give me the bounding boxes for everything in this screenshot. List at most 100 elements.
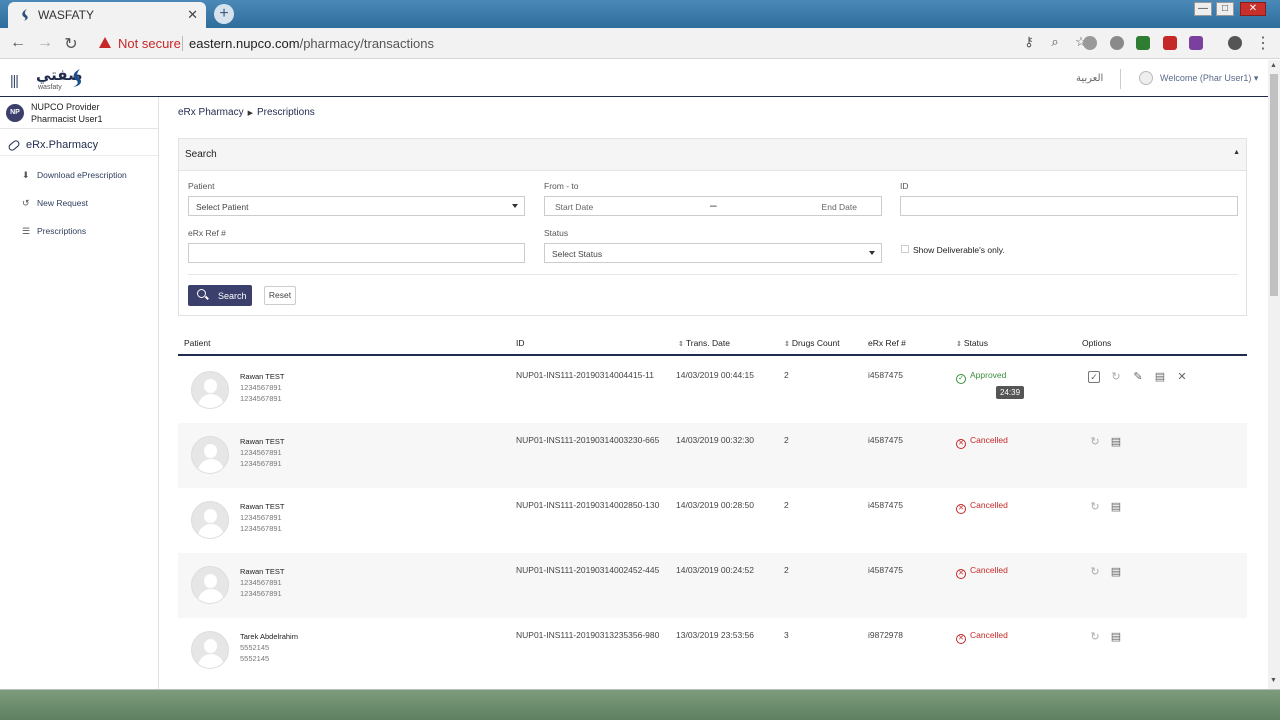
transaction-date: 14/03/2019 00:44:15 — [676, 370, 754, 380]
status-badge: ✓ Approved — [956, 370, 1006, 384]
language-switch[interactable]: العربية — [1076, 73, 1103, 84]
window-close-button[interactable]: ✕ — [1240, 2, 1266, 16]
wasfaty-favicon-icon — [22, 9, 28, 21]
search-panel-header[interactable]: Search ▲ — [179, 139, 1246, 171]
wasfaty-logo[interactable]: صفتي wasfaty — [36, 66, 83, 91]
transaction-id: NUP01-INS111-20190314003230-665 — [516, 435, 660, 445]
url-field[interactable]: Not secure eastern.nupco.com/pharmacy/tr… — [92, 32, 1092, 54]
sidebar: NP NUPCO Provider Pharmacist User1 eRx.P… — [0, 97, 159, 689]
sidebar-item-new-request[interactable]: ↺ New Request — [22, 198, 88, 209]
url-text[interactable]: eastern.nupco.com/pharmacy/transactions — [189, 36, 434, 51]
erx-ref-input[interactable] — [188, 243, 525, 263]
reset-button[interactable]: Reset — [264, 286, 296, 305]
column-drugs-count[interactable]: ⇕ Drugs Count — [784, 338, 840, 348]
details-icon[interactable]: ▤ — [1109, 630, 1123, 644]
search-divider — [188, 274, 1238, 275]
column-patient: Patient — [184, 338, 211, 348]
date-range-field[interactable]: Start Date – End Date — [544, 196, 882, 216]
start-date-input[interactable]: Start Date — [555, 202, 593, 212]
edit-pencil-icon[interactable]: ✎ — [1131, 370, 1145, 384]
onenote-extension-icon[interactable] — [1189, 36, 1203, 50]
collapse-caret-icon[interactable]: ▲ — [1233, 149, 1240, 156]
column-erx-ref: eRx Ref # — [868, 338, 906, 348]
page-scrollbar[interactable]: ▲ ▼ — [1268, 60, 1280, 689]
new-tab-button[interactable]: + — [214, 4, 234, 24]
table-row[interactable]: Rawan TEST 1234567891 1234567891 NUP01-I… — [178, 358, 1247, 423]
tab-close-icon[interactable]: ✕ — [187, 7, 198, 23]
extension-icon[interactable] — [1083, 36, 1097, 50]
breadcrumb: eRx Pharmacy ▶ Prescriptions — [178, 107, 315, 118]
menu-toggle-icon[interactable]: ||| — [10, 72, 19, 88]
table-row[interactable]: Rawan TEST 1234567891 1234567891 NUP01-I… — [178, 488, 1247, 553]
details-icon[interactable]: ▤ — [1109, 500, 1123, 514]
column-id: ID — [516, 338, 525, 348]
tab-title: WASFATY — [38, 8, 95, 22]
profile-icon[interactable] — [1228, 36, 1242, 50]
browser-tab[interactable]: WASFATY ✕ — [8, 2, 206, 28]
user-avatar-icon[interactable] — [1139, 71, 1153, 85]
erx-ref: i9872978 — [868, 630, 903, 640]
patient-select[interactable]: Select Patient — [188, 196, 525, 216]
download-icon: ⬇ — [22, 170, 30, 180]
pill-icon — [7, 138, 21, 152]
table-row[interactable]: Rawan TEST 1234567891 1234567891 NUP01-I… — [178, 423, 1247, 488]
maximize-button[interactable]: □ — [1216, 2, 1234, 16]
user-menu[interactable]: Welcome (Phar User1) ▾ — [1160, 73, 1258, 84]
scroll-up-arrow-icon[interactable]: ▲ — [1270, 62, 1277, 69]
date-range-dash: – — [710, 198, 717, 212]
column-trans-date[interactable]: ⇕ Trans. Date — [678, 338, 730, 348]
scrollbar-thumb[interactable] — [1270, 74, 1278, 296]
forward-arrow-icon[interactable]: → — [36, 34, 54, 52]
drugs-count: 3 — [784, 630, 789, 640]
deliverable-label[interactable]: Show Deliverable's only. — [913, 245, 1005, 255]
breadcrumb-parent[interactable]: eRx Pharmacy — [178, 107, 244, 118]
zoom-icon[interactable]: ⌕ — [1046, 34, 1064, 50]
x-circle-icon: ✕ — [956, 569, 966, 579]
patient-name: Rawan TEST — [240, 502, 285, 511]
sidebar-item-download-eprescription[interactable]: ⬇ Download ePrescription — [22, 170, 127, 181]
table-row[interactable]: Tarek Abdelrahim 5552145 5552145 NUP01-I… — [178, 618, 1247, 683]
sidebar-module-erx-pharmacy[interactable]: eRx.Pharmacy — [7, 138, 98, 152]
search-icon — [197, 289, 206, 298]
user-info: NP NUPCO Provider Pharmacist User1 — [0, 97, 158, 129]
details-icon[interactable]: ▤ — [1109, 565, 1123, 579]
cancel-x-icon[interactable]: ✕ — [1175, 370, 1189, 384]
refresh-icon[interactable]: ↻ — [1088, 565, 1102, 579]
back-arrow-icon[interactable]: ← — [9, 34, 27, 52]
patient-number: 5552145 — [240, 654, 270, 663]
erx-ref: i4587475 — [868, 370, 903, 380]
details-icon[interactable]: ▤ — [1153, 370, 1167, 384]
patient-avatar — [191, 371, 229, 409]
from-to-label: From - to — [544, 181, 579, 191]
sidebar-item-prescriptions[interactable]: ☰ Prescriptions — [22, 226, 86, 237]
column-status[interactable]: ⇕ Status — [956, 338, 988, 348]
details-icon[interactable]: ▤ — [1109, 435, 1123, 449]
status-select[interactable]: Select Status — [544, 243, 882, 263]
approve-checkbox-icon[interactable]: ✓ — [1088, 371, 1100, 383]
minimize-button[interactable]: — — [1194, 2, 1212, 16]
patient-avatar — [191, 501, 229, 539]
omnibox-actions: ⚷ ⌕ ☆ — [1012, 34, 1090, 50]
logo-mark-icon — [73, 69, 81, 87]
refresh-icon[interactable]: ↻ — [1088, 435, 1102, 449]
security-label[interactable]: Not secure — [118, 36, 181, 51]
patient-label: Patient — [188, 181, 215, 191]
deliverable-checkbox[interactable] — [901, 245, 909, 253]
chat-extension-icon[interactable] — [1110, 36, 1124, 50]
key-icon[interactable]: ⚷ — [1020, 34, 1038, 50]
table-row[interactable]: Rawan TEST 1234567891 1234567891 NUP01-I… — [178, 553, 1247, 618]
green-extension-icon[interactable] — [1136, 36, 1150, 50]
end-date-input[interactable]: End Date — [822, 202, 857, 212]
refresh-icon[interactable]: ↻ — [1088, 630, 1102, 644]
scroll-down-arrow-icon[interactable]: ▼ — [1270, 677, 1277, 684]
id-input[interactable] — [900, 196, 1238, 216]
refresh-icon[interactable]: ↻ — [1109, 370, 1123, 384]
patient-avatar — [191, 631, 229, 669]
refresh-icon[interactable]: ↻ — [1088, 500, 1102, 514]
shield-extension-icon[interactable] — [1163, 36, 1177, 50]
x-circle-icon: ✕ — [956, 504, 966, 514]
reload-icon[interactable]: ↻ — [62, 34, 80, 54]
patient-name: Tarek Abdelrahim — [240, 632, 298, 641]
browser-menu-icon[interactable]: ⋮ — [1254, 33, 1272, 53]
search-button[interactable]: Search — [188, 285, 252, 306]
